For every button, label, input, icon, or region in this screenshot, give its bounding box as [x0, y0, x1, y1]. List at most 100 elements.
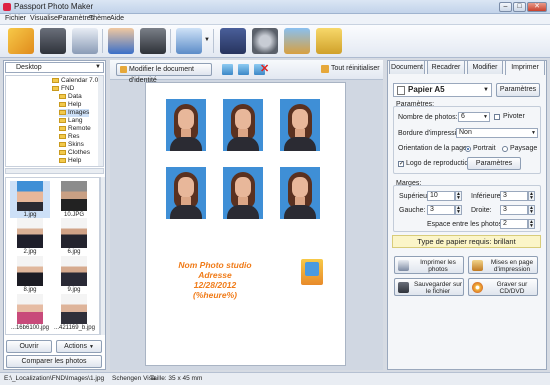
thumbnail[interactable]: 10.JPG: [54, 181, 94, 218]
tree-item[interactable]: Res: [59, 133, 80, 141]
print-layouts-button[interactable]: Mises en page d'impression: [468, 256, 538, 274]
title-bar: Passport Photo Maker – □ ✕: [0, 0, 550, 14]
paysage-radio[interactable]: [502, 146, 508, 152]
thumbnail-list: 1.jpg 10.JPG 2.jpg 6.jpg 8.jpg 9.jpg ...…: [5, 177, 100, 335]
folder-tree: Calendar 7.0 FND Data Help Images Lang R…: [5, 75, 104, 167]
tree-scrollbar[interactable]: [98, 76, 103, 166]
open-button[interactable]: Ouvrir: [6, 340, 52, 353]
gauche-spinner[interactable]: ▲ ▼: [455, 205, 462, 215]
folder-combo-value: Desktop: [16, 64, 42, 71]
gauche-input[interactable]: 3: [427, 205, 455, 215]
paper-select-value: Papier A5: [408, 85, 445, 94]
tree-item[interactable]: Clothes: [59, 149, 90, 157]
save-icon[interactable]: [40, 28, 66, 54]
thumbnail[interactable]: 1.jpg: [10, 181, 50, 218]
print-photos-button[interactable]: Imprimer les photos: [394, 256, 464, 274]
thumbnail[interactable]: 8.jpg: [10, 256, 50, 293]
bordure-select[interactable]: Non ▼: [456, 128, 538, 138]
film-icon[interactable]: [252, 28, 278, 54]
edit-document-button[interactable]: Modifier le document d'identité: [116, 63, 212, 84]
paper-icon: [397, 86, 405, 95]
print-icon[interactable]: [72, 28, 98, 54]
tree-item[interactable]: Help: [59, 157, 81, 165]
bordure-value: Non: [459, 129, 472, 136]
droite-spinner[interactable]: ▲ ▼: [528, 205, 535, 215]
droite-input[interactable]: 3: [500, 205, 528, 215]
espace-spinner[interactable]: ▲ ▼: [528, 219, 535, 229]
landscape-rotate-icon[interactable]: [238, 64, 249, 75]
tree-hscrollbar[interactable]: [5, 168, 104, 174]
monitor-icon[interactable]: [176, 28, 202, 54]
nb-photos-select[interactable]: 6 ▼: [458, 112, 490, 122]
home-icon[interactable]: [284, 28, 310, 54]
burn-cd-button[interactable]: Graver sur CD/DVD: [468, 278, 538, 296]
panel-tabs: Document Recadrer Modifier Imprimer: [387, 60, 547, 75]
inferieure-spinner[interactable]: ▲ ▼: [528, 191, 535, 201]
thumbnail[interactable]: ...421169_b.jpg: [54, 294, 95, 331]
thumbnail[interactable]: 6.jpg: [54, 218, 94, 255]
pivoter-checkbox[interactable]: [494, 114, 500, 120]
menu-bar: Fichier Visualiser Paramètres Thème Aide: [0, 14, 550, 25]
reset-all-button[interactable]: Tout réinitialiser: [331, 65, 380, 72]
close-icon[interactable]: ✕: [527, 2, 547, 12]
tab-recadrer[interactable]: Recadrer: [427, 60, 465, 74]
chevron-down-icon: ▼: [88, 344, 94, 350]
layout-icon: [472, 260, 483, 271]
maximize-icon[interactable]: □: [513, 2, 526, 12]
paper-params-button[interactable]: Paramètres: [496, 83, 540, 97]
espace-label: Espace entre les photos:: [427, 221, 505, 228]
menu-theme[interactable]: Thème: [89, 15, 111, 22]
portrait-radio[interactable]: [465, 146, 471, 152]
passport-photo: [166, 167, 206, 219]
tree-item[interactable]: Skins: [59, 141, 84, 149]
menu-fichier[interactable]: Fichier: [5, 15, 26, 22]
studio-time: (%heure%): [193, 290, 237, 300]
status-path: E:\_Localization\FND\Images\1.jpg: [4, 375, 105, 382]
users-icon[interactable]: [108, 28, 134, 54]
menu-visualiser[interactable]: Visualiser: [30, 15, 60, 22]
espace-input[interactable]: 2: [500, 219, 528, 229]
chevron-down-icon[interactable]: ▼: [95, 64, 101, 70]
tree-item[interactable]: Lang: [59, 117, 82, 125]
thumbnail-scrollbar[interactable]: [100, 177, 105, 335]
main-toolbar: ▼: [0, 25, 550, 58]
superieure-input[interactable]: 10: [427, 191, 455, 201]
chevron-down-icon: ▼: [483, 114, 488, 120]
passport-photo: [280, 99, 320, 151]
app-icon: [3, 3, 11, 11]
gauche-label: Gauche:: [399, 207, 426, 214]
tab-document[interactable]: Document: [389, 60, 425, 74]
dropdown-arrow-icon[interactable]: ▼: [204, 37, 210, 43]
tab-imprimer[interactable]: Imprimer: [505, 60, 545, 75]
reset-icon: [321, 65, 329, 73]
thumbnail[interactable]: 2.jpg: [10, 218, 50, 255]
minimize-icon[interactable]: –: [499, 2, 512, 12]
cart-icon[interactable]: [316, 28, 342, 54]
superieure-spinner[interactable]: ▲ ▼: [455, 191, 462, 201]
folder-combo[interactable]: Desktop ▼: [5, 62, 104, 73]
thumbnail[interactable]: ...16b6100.jpg: [10, 294, 50, 331]
actions-button[interactable]: Actions ▼: [56, 340, 102, 353]
tree-item[interactable]: Data: [59, 93, 82, 101]
paper-select[interactable]: Papier A5 ▼: [393, 83, 492, 97]
menu-aide[interactable]: Aide: [110, 15, 124, 22]
landscape-icon[interactable]: [222, 64, 233, 75]
tree-item-selected[interactable]: Images: [59, 109, 90, 117]
tree-item[interactable]: Calendar 7.0: [52, 77, 98, 85]
tree-item[interactable]: Remote: [59, 125, 91, 133]
tab-modifier[interactable]: Modifier: [467, 60, 503, 74]
preview-toolbar: Modifier le document d'identité ✕ Tout r…: [110, 60, 383, 84]
compare-photos-button[interactable]: Comparer les photos: [6, 355, 102, 368]
wizard-icon[interactable]: [8, 28, 34, 54]
logo-checkbox[interactable]: ✓: [398, 161, 404, 167]
inferieure-input[interactable]: 3: [500, 191, 528, 201]
delete-icon[interactable]: ✕: [260, 62, 269, 75]
thumbnail[interactable]: 9.jpg: [54, 256, 94, 293]
save-file-button[interactable]: Sauvegarder sur le fichier: [394, 278, 464, 296]
logo-params-button[interactable]: Paramètres: [467, 157, 521, 170]
book-icon[interactable]: [220, 28, 246, 54]
nb-photos-value: 6: [461, 113, 465, 120]
camera-icon[interactable]: [140, 28, 166, 54]
tree-item[interactable]: FND: [52, 85, 74, 93]
tree-item[interactable]: Help: [59, 101, 81, 109]
